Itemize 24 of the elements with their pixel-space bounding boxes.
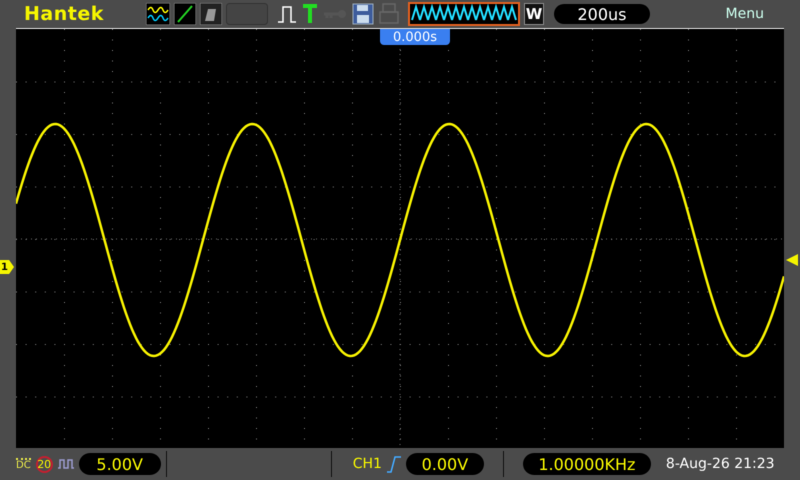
trigger-level-icon: [786, 254, 798, 266]
waveform-icon[interactable]: [146, 3, 170, 25]
save-icon[interactable]: [352, 3, 374, 25]
volts-per-div-readout: 5.00V: [78, 453, 161, 475]
line-icon[interactable]: [174, 3, 196, 25]
channel-marker: 1: [0, 260, 14, 274]
waveform-zoom-icon[interactable]: [408, 2, 520, 26]
window-mode-indicator: W: [524, 3, 544, 25]
trigger-source-label: CH1: [352, 456, 382, 472]
frequency-readout: 1.00000KHz: [522, 453, 651, 475]
trigger-t-icon[interactable]: [302, 3, 318, 25]
brand-logo: Hantek: [24, 3, 105, 25]
date-time: 8-Aug-26 21:23: [666, 456, 775, 472]
trigger-level-readout: 0.00V: [406, 453, 484, 475]
timebase-readout: 200us: [554, 4, 650, 24]
persistence-icon[interactable]: [200, 3, 222, 25]
trigger-position-marker: 0.000s: [380, 29, 450, 45]
menu-button[interactable]: Menu: [726, 6, 764, 22]
printer-icon: [378, 3, 400, 25]
rising-edge-icon: [386, 455, 401, 473]
empty-slot-icon: [226, 3, 268, 25]
square-wave-icon: [58, 458, 74, 470]
coupling-indicator: DC: [16, 458, 31, 470]
bandwidth-limit-badge: 20: [36, 456, 53, 472]
